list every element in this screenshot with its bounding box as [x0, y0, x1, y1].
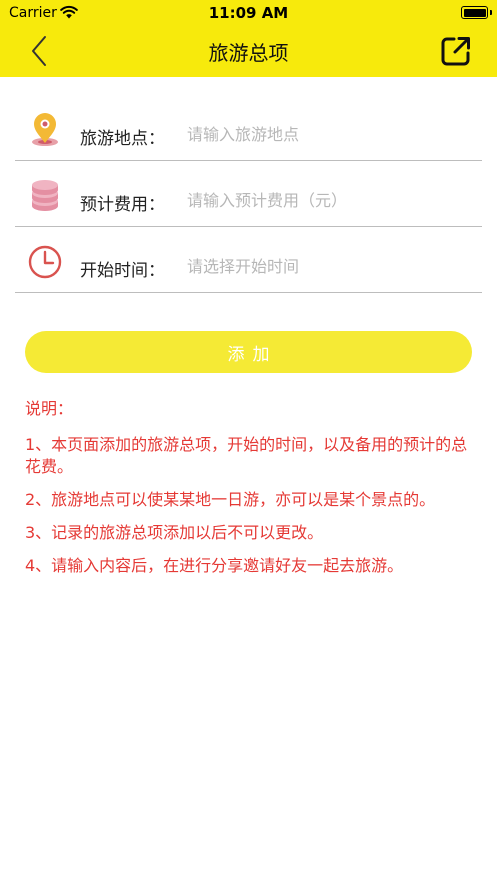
status-time: 11:09 AM: [208, 4, 289, 22]
form-row-start-time: 开始时间：: [15, 227, 482, 293]
header: Carrier 11:09 AM 旅游总项: [0, 0, 497, 77]
instruction-item: 2、旅游地点可以使某某地一日游，亦可以是某个景点的。: [25, 490, 436, 509]
page-title: 旅游总项: [208, 41, 289, 65]
form-row-location: 旅游地点：: [15, 95, 482, 161]
battery-icon: [461, 6, 488, 19]
instructions: 说明： 1、本页面添加的旅游总项，开始的时间，以及备用的预计的总花费。 2、旅游…: [25, 398, 477, 588]
instruction-item: 4、请输入内容后，在进行分享邀请好友一起去旅游。: [25, 556, 404, 575]
clock-icon: [28, 245, 62, 279]
location-label: 旅游地点：: [80, 129, 165, 149]
add-button[interactable]: 添加: [25, 331, 472, 373]
instruction-item: 1、本页面添加的旅游总项，开始的时间，以及备用的预计的总花费。: [25, 435, 468, 476]
location-pin-icon: [28, 113, 62, 147]
budget-label: 预计费用：: [80, 195, 165, 215]
start-time-label: 开始时间：: [80, 261, 165, 281]
status-bar: Carrier 11:09 AM: [0, 0, 497, 26]
coin-stack-icon: [28, 179, 62, 213]
start-time-input[interactable]: [187, 253, 472, 279]
form-row-budget: 预计费用：: [15, 161, 482, 227]
instructions-title: 说明：: [25, 399, 74, 418]
trip-form: 旅游地点： 预计费用： 开始时间：: [15, 95, 482, 293]
battery-nub: [490, 10, 492, 15]
location-input[interactable]: [187, 121, 472, 147]
share-external-icon: [441, 37, 470, 66]
share-button[interactable]: [439, 34, 473, 68]
instruction-item: 3、记录的旅游总项添加以后不可以更改。: [25, 523, 324, 542]
budget-input[interactable]: [187, 187, 472, 213]
